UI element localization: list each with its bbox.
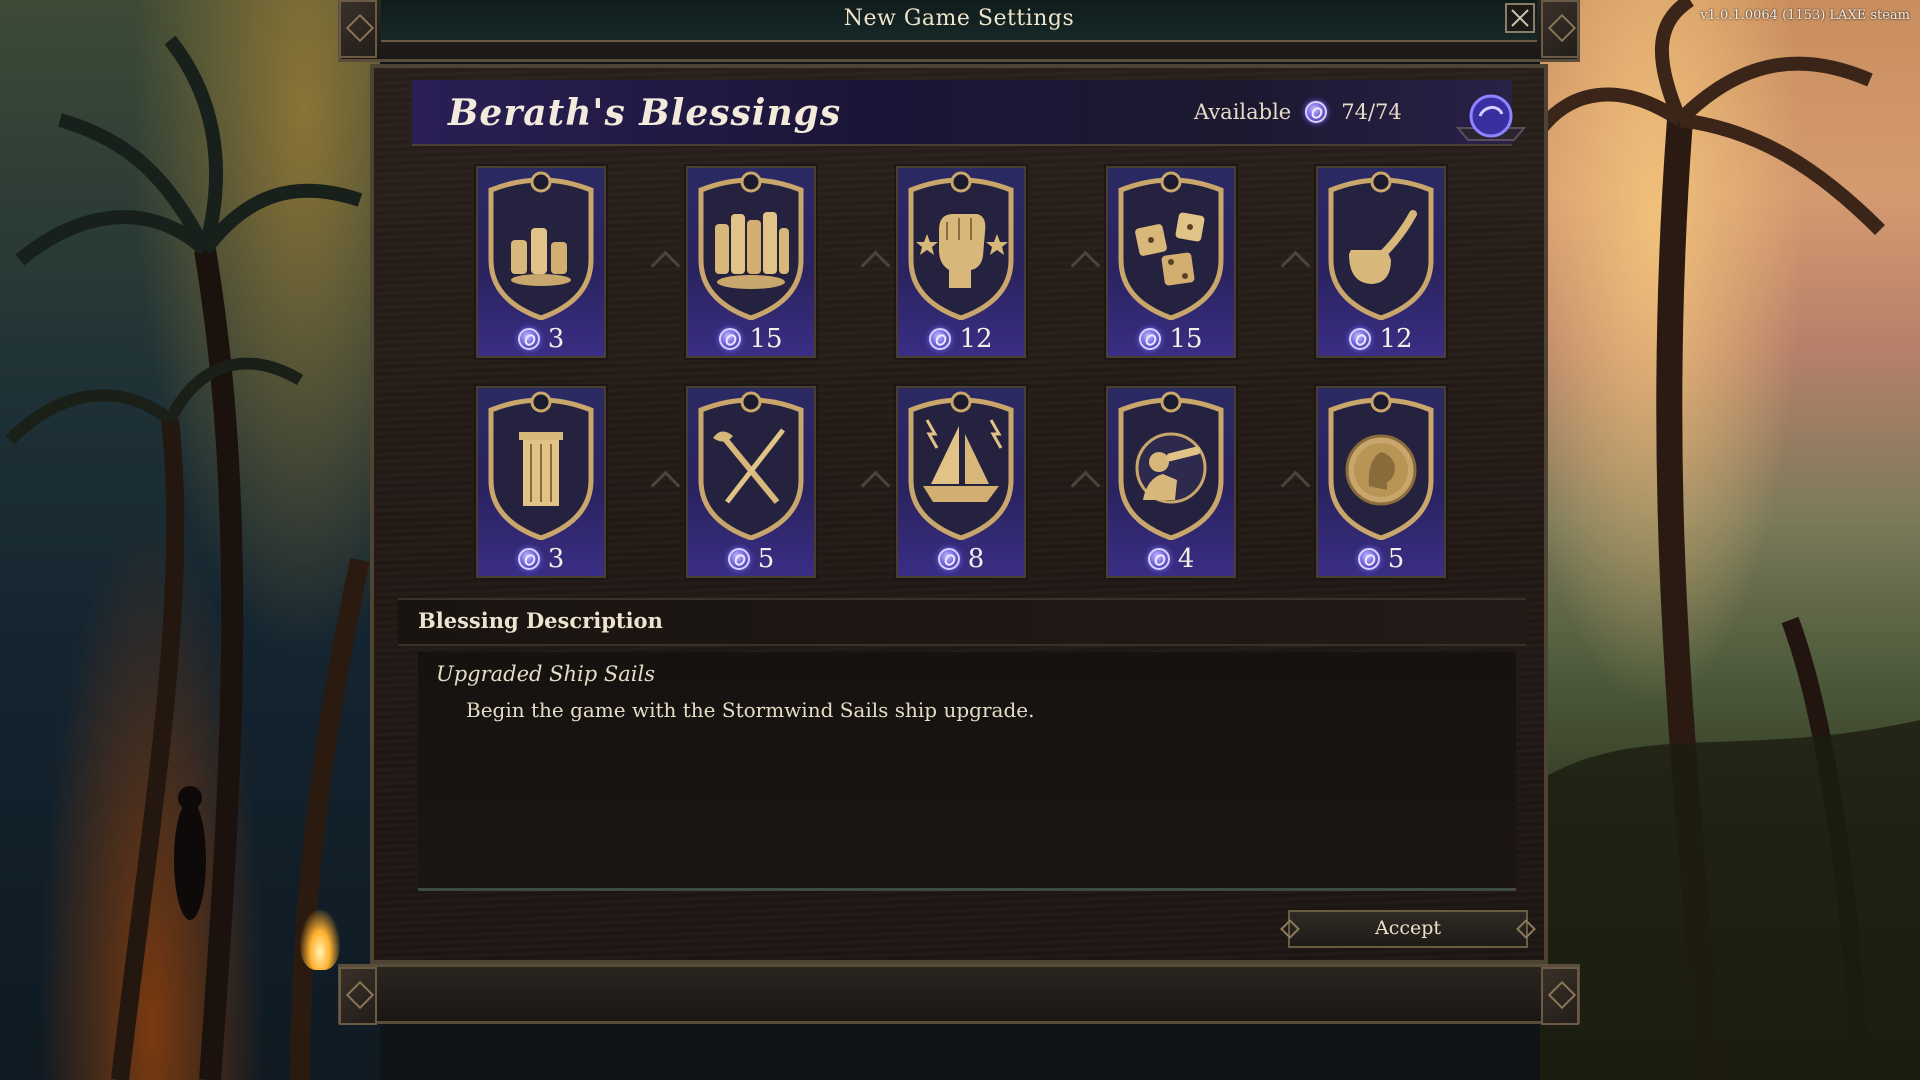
raised-fist-icon bbox=[908, 171, 1014, 320]
connector-icon bbox=[1280, 470, 1311, 501]
blessing-point-icon bbox=[1349, 328, 1372, 350]
panel-title: Berath's Blessings bbox=[448, 92, 842, 134]
cost-value: 5 bbox=[1387, 544, 1405, 574]
available-points: Available 74/74 bbox=[1194, 100, 1402, 124]
blessing-card[interactable]: 3 bbox=[474, 164, 608, 360]
description-header: Blessing Description bbox=[398, 598, 1526, 646]
blessing-description-text: Begin the game with the Stormwind Sails … bbox=[466, 698, 1035, 722]
blessing-point-icon bbox=[719, 328, 742, 350]
blessing-cost: 8 bbox=[896, 544, 1026, 574]
blessing-point-icon bbox=[1357, 548, 1380, 570]
connector-icon bbox=[860, 470, 891, 501]
blessing-cost: 3 bbox=[476, 544, 606, 574]
accept-button[interactable]: Accept bbox=[1288, 910, 1528, 948]
connector-icon bbox=[1070, 470, 1101, 501]
blessings-panel: Berath's Blessings Available 74/74 3 15 … bbox=[370, 64, 1548, 964]
cost-value: 12 bbox=[1379, 324, 1413, 354]
corner-ornament-icon bbox=[1541, 967, 1579, 1025]
blessing-cost: 4 bbox=[1106, 544, 1236, 574]
blessing-cost: 5 bbox=[686, 544, 816, 574]
blessing-cost: 12 bbox=[896, 324, 1026, 354]
dice-icon bbox=[1118, 171, 1224, 320]
description-box: Upgraded Ship Sails Begin the game with … bbox=[418, 652, 1516, 891]
blessing-card[interactable]: 15 bbox=[1104, 164, 1238, 360]
pipe-icon bbox=[1328, 171, 1434, 320]
corner-ornament-icon bbox=[339, 967, 377, 1025]
blessing-point-icon bbox=[937, 548, 960, 570]
spyglass-explorer-icon bbox=[1118, 391, 1224, 540]
blessing-card[interactable]: 12 bbox=[1314, 164, 1448, 360]
available-label: Available bbox=[1194, 100, 1292, 124]
blessing-card[interactable]: 5 bbox=[684, 384, 818, 580]
blessing-point-icon bbox=[1139, 328, 1162, 350]
close-icon bbox=[1511, 9, 1529, 27]
cost-value: 4 bbox=[1177, 544, 1195, 574]
cost-value: 15 bbox=[749, 324, 783, 354]
close-button[interactable] bbox=[1505, 3, 1535, 33]
column-icon bbox=[488, 391, 594, 540]
blessing-point-icon bbox=[1147, 548, 1170, 570]
cost-value: 12 bbox=[959, 324, 993, 354]
blessing-card[interactable]: 3 bbox=[474, 384, 608, 580]
palm-trees-right bbox=[1540, 0, 1920, 1080]
berath-emblem-icon bbox=[1456, 94, 1526, 141]
cost-value: 8 bbox=[967, 544, 985, 574]
blessing-point-icon bbox=[1305, 101, 1328, 123]
large-coin-pile-icon bbox=[698, 171, 804, 320]
window-title: New Game Settings bbox=[843, 6, 1075, 31]
small-coin-pile-icon bbox=[488, 171, 594, 320]
sailing-ship-icon bbox=[908, 391, 1014, 540]
connector-icon bbox=[1070, 250, 1101, 281]
blessing-cost: 15 bbox=[686, 324, 816, 354]
cost-value: 15 bbox=[1169, 324, 1203, 354]
cost-value: 3 bbox=[547, 544, 565, 574]
campfire bbox=[300, 910, 340, 970]
blessing-cost: 12 bbox=[1316, 324, 1446, 354]
connector-icon bbox=[650, 470, 681, 501]
blessing-point-icon bbox=[929, 328, 952, 350]
blessing-card[interactable]: 4 bbox=[1104, 384, 1238, 580]
version-label: v1.0.1.0064 (1153) LAXE steam bbox=[1700, 8, 1910, 23]
blessings-grid: 3 15 12 15 12 3 5 8 4 5 bbox=[474, 164, 1454, 604]
blessing-cost: 3 bbox=[476, 324, 606, 354]
blessing-card[interactable]: 5 bbox=[1314, 384, 1448, 580]
blessing-card[interactable]: 15 bbox=[684, 164, 818, 360]
bottom-frame-bar bbox=[338, 964, 1580, 1025]
blessing-name: Upgraded Ship Sails bbox=[436, 662, 655, 686]
blessing-point-icon bbox=[517, 328, 540, 350]
connector-icon bbox=[650, 250, 681, 281]
blessing-point-icon bbox=[727, 548, 750, 570]
window-title-bar: New Game Settings bbox=[338, 0, 1580, 62]
panel-header: Berath's Blessings Available 74/74 bbox=[412, 80, 1526, 146]
description-header-label: Blessing Description bbox=[418, 608, 663, 633]
cost-value: 5 bbox=[757, 544, 775, 574]
cost-value: 3 bbox=[547, 324, 565, 354]
blessing-cost: 15 bbox=[1106, 324, 1236, 354]
medallion-portrait-icon bbox=[1328, 391, 1434, 540]
available-value: 74/74 bbox=[1341, 100, 1402, 124]
blessing-card[interactable]: 12 bbox=[894, 164, 1028, 360]
connector-icon bbox=[860, 250, 891, 281]
blessing-point-icon bbox=[517, 548, 540, 570]
blessing-card[interactable]: 8 bbox=[894, 384, 1028, 580]
crossed-weapons-icon bbox=[698, 391, 804, 540]
connector-icon bbox=[1280, 250, 1311, 281]
blessing-cost: 5 bbox=[1316, 544, 1446, 574]
